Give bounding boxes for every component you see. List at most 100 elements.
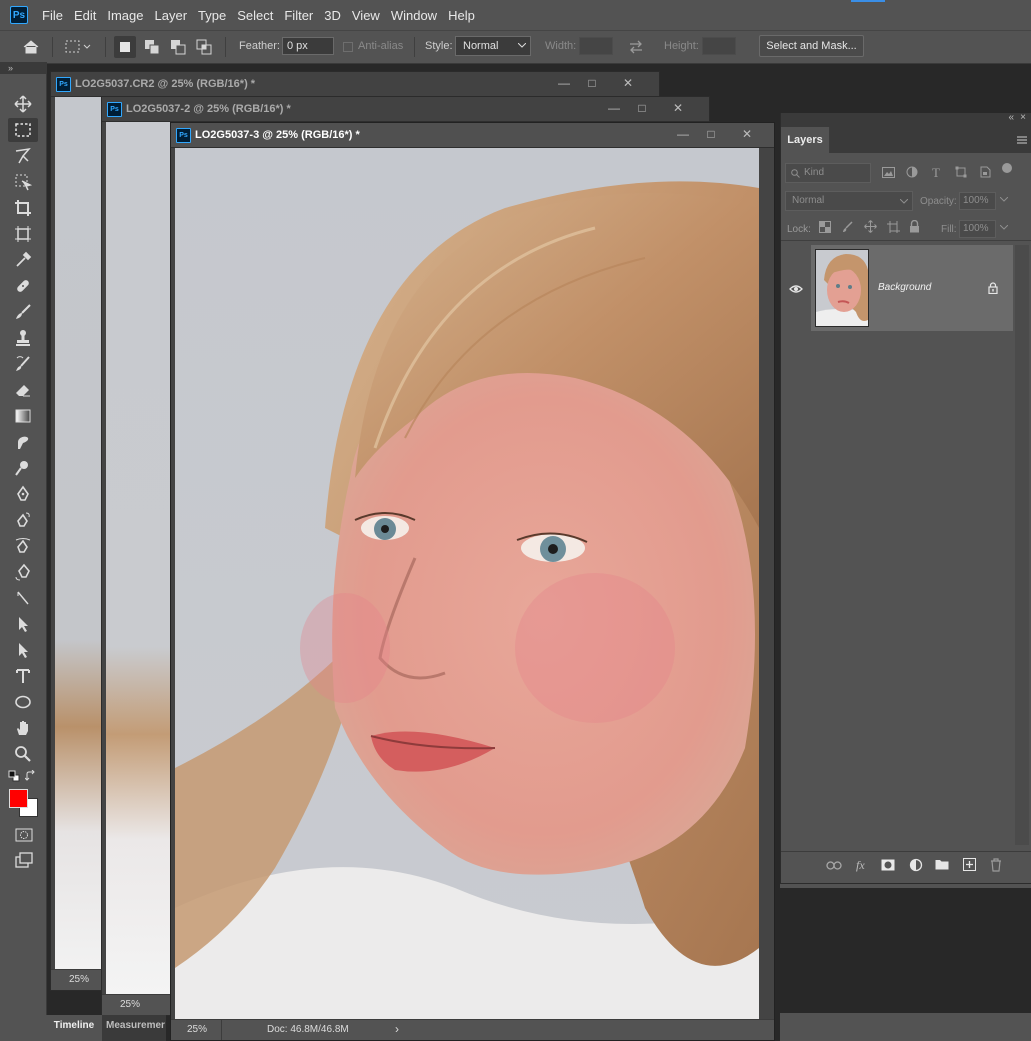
new-selection-button[interactable] — [114, 36, 136, 58]
default-colors-icon[interactable] — [8, 770, 20, 782]
new-group-icon[interactable] — [935, 859, 949, 870]
zoom-tool[interactable] — [8, 742, 38, 766]
quick-mask-icon[interactable] — [15, 827, 33, 843]
feather-input[interactable]: 0 px — [282, 37, 334, 55]
type-tool[interactable] — [8, 664, 38, 688]
swap-colors-icon[interactable] — [25, 770, 37, 782]
zoom-level[interactable]: 25% — [69, 974, 89, 985]
zoom-level[interactable]: 25% — [120, 999, 140, 1010]
minimize-button[interactable]: — — [603, 100, 625, 116]
fill-input[interactable]: 100% — [959, 220, 996, 238]
blend-mode-select[interactable]: Normal — [785, 191, 913, 211]
menu-3d[interactable]: 3D — [324, 8, 341, 23]
trash-icon[interactable] — [990, 858, 1002, 872]
foreground-color-swatch[interactable] — [9, 789, 28, 808]
lasso-tool[interactable] — [8, 144, 38, 168]
tab-layers[interactable]: Layers — [781, 127, 830, 153]
antialias-checkbox[interactable] — [343, 42, 353, 52]
document-titlebar[interactable]: Ps LO2G5037.CR2 @ 25% (RGB/16*) * — □ ✕ — [51, 72, 659, 97]
menu-filter[interactable]: Filter — [284, 8, 313, 23]
adjustment-layer-icon[interactable] — [909, 858, 923, 872]
menu-layer[interactable]: Layer — [155, 8, 188, 23]
lock-pixels-icon[interactable] — [842, 221, 854, 233]
portrait-photo[interactable] — [175, 148, 759, 1023]
document-titlebar[interactable]: Ps LO2G5037-2 @ 25% (RGB/16*) * — □ ✕ — [102, 97, 709, 122]
document-size-info[interactable]: Doc: 46.8M/46.8M — [267, 1024, 349, 1035]
maximize-button[interactable]: □ — [581, 75, 603, 91]
minimize-button[interactable]: — — [553, 75, 575, 91]
subtract-selection-icon[interactable] — [170, 39, 186, 55]
filter-kind-select[interactable]: Kind — [785, 163, 871, 183]
menu-view[interactable]: View — [352, 8, 380, 23]
opacity-chevron-icon[interactable] — [1000, 197, 1008, 202]
home-icon[interactable] — [22, 38, 40, 56]
menu-image[interactable]: Image — [107, 8, 143, 23]
layer-lock-icon[interactable] — [988, 282, 998, 294]
collapse-toolbar-icon[interactable]: » — [0, 62, 46, 74]
style-select[interactable]: Normal — [455, 36, 531, 56]
swap-dimensions-icon[interactable] — [628, 40, 644, 54]
marquee-preset-icon[interactable] — [64, 39, 94, 55]
anchor-pen-tool[interactable] — [8, 560, 38, 584]
add-mask-icon[interactable] — [881, 859, 895, 871]
collapse-panel-icon[interactable]: « — [1008, 112, 1014, 123]
document-window-active[interactable]: Ps LO2G5037-3 @ 25% (RGB/16*) * — □ ✕ 25… — [170, 122, 775, 1041]
status-chevron-icon[interactable]: › — [395, 1022, 399, 1036]
menu-window[interactable]: Window — [391, 8, 437, 23]
hand-tool[interactable] — [8, 716, 38, 740]
layer-name[interactable]: Background — [878, 282, 931, 293]
filter-smart-object-icon[interactable] — [979, 166, 991, 178]
pen-tool[interactable] — [8, 482, 38, 506]
tab-measurement[interactable]: Measuremer — [106, 1015, 166, 1041]
filter-pixel-icon[interactable] — [882, 167, 895, 178]
close-panel-icon[interactable]: × — [1020, 112, 1026, 123]
add-selection-icon[interactable] — [144, 39, 160, 55]
menu-edit[interactable]: Edit — [74, 8, 96, 23]
layer-row-background[interactable]: Background — [811, 245, 1013, 331]
intersect-selection-icon[interactable] — [196, 39, 212, 55]
crop-tool[interactable] — [8, 196, 38, 220]
maximize-button[interactable]: □ — [700, 126, 722, 142]
visibility-eye-icon[interactable] — [789, 284, 803, 294]
close-button[interactable]: ✕ — [617, 75, 639, 91]
freeform-pen-tool[interactable] — [8, 508, 38, 532]
lock-artboard-icon[interactable] — [887, 221, 900, 233]
filter-shape-icon[interactable] — [955, 166, 967, 178]
new-layer-icon[interactable] — [963, 858, 976, 871]
ellipse-tool[interactable] — [8, 690, 38, 714]
document-titlebar[interactable]: Ps LO2G5037-3 @ 25% (RGB/16*) * — □ ✕ — [171, 123, 774, 148]
select-and-mask-button[interactable]: Select and Mask... — [759, 35, 864, 57]
eyedropper-tool[interactable] — [8, 248, 38, 272]
link-layers-icon[interactable] — [826, 861, 842, 870]
panel-menu-icon[interactable] — [1016, 135, 1028, 145]
filter-adjustment-icon[interactable] — [906, 166, 918, 178]
fx-layer-style-icon[interactable]: fx — [856, 858, 865, 873]
lock-position-icon[interactable] — [864, 220, 877, 233]
path-select-tool[interactable] — [8, 586, 38, 610]
move-tool[interactable] — [8, 92, 38, 116]
minimize-button[interactable]: — — [672, 126, 694, 142]
menu-file[interactable]: File — [42, 8, 63, 23]
menu-help[interactable]: Help — [448, 8, 475, 23]
arrow-tool[interactable] — [8, 638, 38, 662]
close-button[interactable]: ✕ — [736, 126, 758, 142]
object-select-tool[interactable] — [8, 170, 38, 194]
height-input[interactable] — [702, 37, 736, 55]
healing-brush-tool[interactable] — [8, 274, 38, 298]
zoom-level[interactable]: 25% — [187, 1024, 207, 1035]
history-brush-tool[interactable] — [8, 352, 38, 376]
eraser-tool[interactable] — [8, 378, 38, 402]
close-button[interactable]: ✕ — [667, 100, 689, 116]
menu-type[interactable]: Type — [198, 8, 226, 23]
layers-scrollbar[interactable] — [1015, 245, 1029, 845]
lock-transparent-icon[interactable] — [819, 221, 831, 233]
fill-chevron-icon[interactable] — [1000, 225, 1008, 230]
smudge-tool[interactable] — [8, 430, 38, 454]
tab-timeline[interactable]: Timeline — [46, 1015, 102, 1041]
menu-select[interactable]: Select — [237, 8, 273, 23]
frame-tool[interactable] — [8, 222, 38, 246]
clone-stamp-tool[interactable] — [8, 326, 38, 350]
filter-type-icon[interactable]: T — [932, 165, 940, 181]
direct-select-tool[interactable] — [8, 612, 38, 636]
dodge-tool[interactable] — [8, 456, 38, 480]
